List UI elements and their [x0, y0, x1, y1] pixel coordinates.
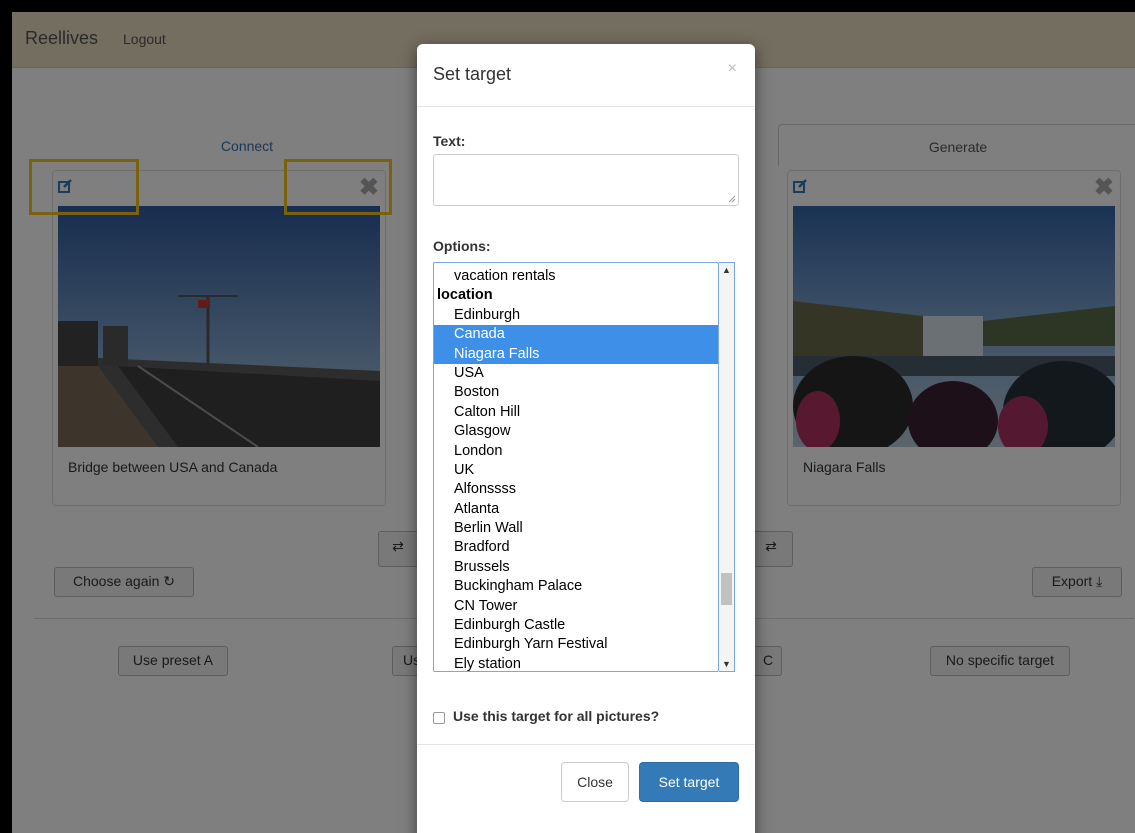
- all-pictures-checkbox[interactable]: [433, 712, 445, 724]
- option-item[interactable]: Edinburgh: [434, 306, 718, 325]
- option-item[interactable]: Atlanta: [434, 500, 718, 519]
- text-label: Text:: [433, 133, 466, 149]
- option-item[interactable]: USA: [434, 364, 718, 383]
- option-item[interactable]: CN Tower: [434, 597, 718, 616]
- scrollbar-thumb[interactable]: [721, 573, 732, 605]
- option-item[interactable]: Ely station: [434, 655, 718, 671]
- close-button[interactable]: Close: [561, 762, 629, 802]
- option-item[interactable]: London: [434, 442, 718, 461]
- option-item[interactable]: Edinburgh Castle: [434, 616, 718, 635]
- scroll-down-icon[interactable]: ▼: [722, 659, 731, 669]
- option-item[interactable]: Calton Hill: [434, 403, 718, 422]
- option-item[interactable]: Edinburgh Yarn Festival: [434, 635, 718, 654]
- options-label: Options:: [433, 238, 491, 254]
- option-item[interactable]: Brussels: [434, 558, 718, 577]
- close-icon[interactable]: ×: [728, 60, 737, 78]
- option-group-label: location: [437, 287, 493, 304]
- set-target-button[interactable]: Set target: [639, 762, 739, 802]
- modal-title: Set target: [433, 64, 512, 84]
- app-frame: Reellives Logout Connect Generate ✖: [12, 12, 1135, 833]
- all-pictures-label: Use this target for all pictures?: [453, 708, 660, 724]
- scrollbar[interactable]: ▲ ▼: [719, 262, 735, 672]
- option-item[interactable]: Niagara Falls: [434, 344, 718, 364]
- option-item[interactable]: Bradford: [434, 538, 718, 557]
- option-item[interactable]: Glasgow: [434, 422, 718, 441]
- option-item[interactable]: Boston: [434, 383, 718, 402]
- scroll-up-icon[interactable]: ▲: [722, 265, 731, 275]
- options-listbox[interactable]: vacation rentals location Edinburgh Canada N…: [433, 262, 719, 672]
- option-item[interactable]: UK: [434, 461, 718, 480]
- option-item[interactable]: Canada: [434, 325, 718, 345]
- option-item[interactable]: vacation rentals: [434, 267, 718, 286]
- divider: [417, 744, 755, 745]
- divider: [417, 106, 755, 107]
- option-item[interactable]: Berlin Wall: [434, 519, 718, 538]
- option-item[interactable]: Alfonssss: [434, 480, 718, 499]
- set-target-modal: Set target × Text: Options: vacation ren…: [417, 44, 755, 833]
- text-input[interactable]: [433, 154, 739, 206]
- option-item[interactable]: Buckingham Palace: [434, 577, 718, 596]
